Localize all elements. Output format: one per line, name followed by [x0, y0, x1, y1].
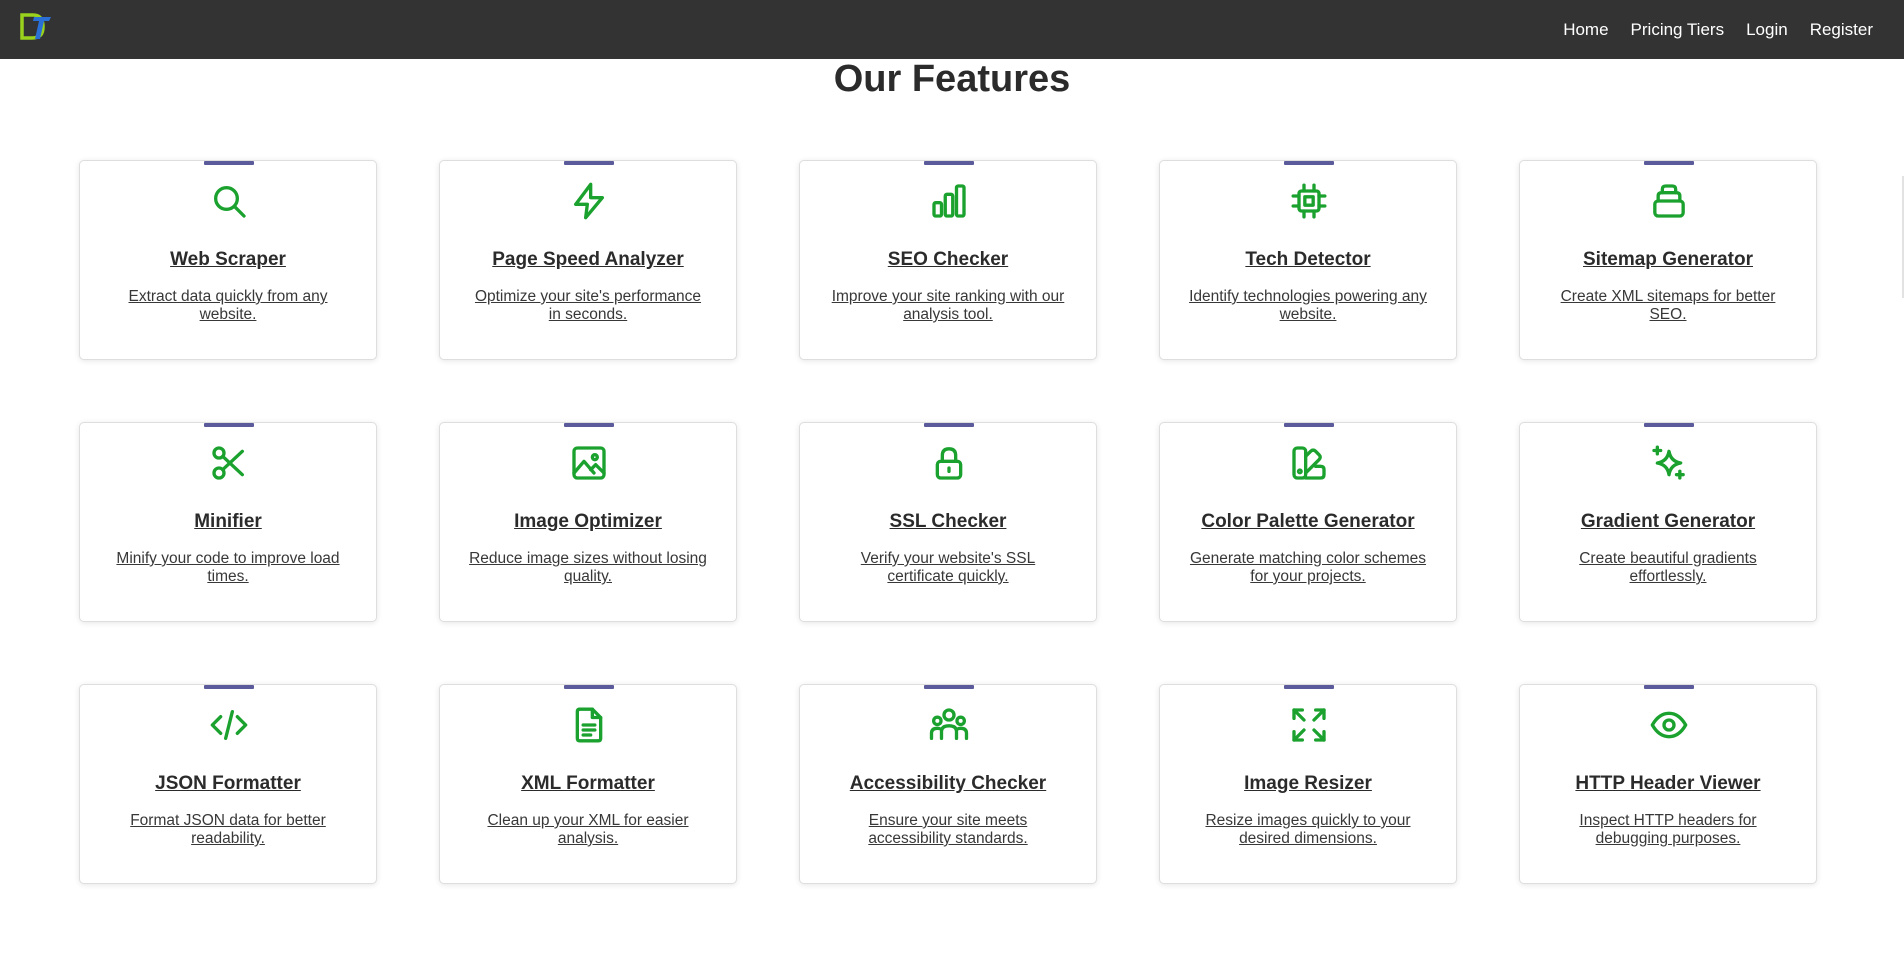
navbar: Home Pricing Tiers Login Register	[0, 0, 1904, 59]
feature-title: SSL Checker	[889, 511, 1007, 532]
feature-description: Generate matching color schemes for your…	[1189, 550, 1427, 585]
feature-title: Image Resizer	[1244, 773, 1372, 794]
card-accent-bar	[564, 685, 614, 689]
eye-icon	[1649, 705, 1689, 745]
feature-title: XML Formatter	[521, 773, 655, 794]
feature-description: Extract data quickly from any website.	[128, 288, 328, 323]
feature-description: Verify your website's SSL certificate qu…	[860, 550, 1036, 585]
card-accent-bar	[1284, 685, 1334, 689]
feature-title: Minifier	[194, 511, 262, 532]
card-accent-bar	[1644, 423, 1694, 427]
feature-description: Ensure your site meets accessibility sta…	[868, 812, 1028, 847]
feature-title: Gradient Generator	[1580, 511, 1756, 532]
card-accent-bar	[924, 685, 974, 689]
cpu-chip-icon	[1289, 181, 1329, 221]
feature-card-minifier[interactable]: Minifier Minify your code to improve loa…	[79, 422, 377, 622]
feature-description: Resize images quickly to your desired di…	[1205, 812, 1411, 847]
bar-chart-icon	[929, 181, 969, 221]
feature-title: Web Scraper	[170, 249, 286, 270]
swatch-icon	[1289, 443, 1329, 483]
feature-description: Reduce image sizes without losing qualit…	[469, 550, 707, 585]
image-icon	[569, 443, 609, 483]
nav-home-link[interactable]: Home	[1563, 20, 1608, 40]
card-accent-bar	[204, 161, 254, 165]
card-accent-bar	[204, 423, 254, 427]
feature-card-page-speed-analyzer[interactable]: Page Speed Analyzer Optimize your site's…	[439, 160, 737, 360]
feature-title: Sitemap Generator	[1583, 249, 1753, 270]
feature-card-accessibility-checker[interactable]: Accessibility Checker Ensure your site m…	[799, 684, 1097, 884]
nav-register-link[interactable]: Register	[1810, 20, 1873, 40]
code-icon	[209, 705, 249, 745]
feature-title: Tech Detector	[1245, 249, 1371, 270]
feature-description: Minify your code to improve load times.	[116, 550, 340, 585]
nav-links: Home Pricing Tiers Login Register	[1563, 0, 1904, 59]
card-accent-bar	[204, 685, 254, 689]
lightning-icon	[569, 181, 609, 221]
feature-title: HTTP Header Viewer	[1575, 773, 1761, 794]
page-title: Our Features	[833, 58, 1071, 100]
feature-card-http-header-viewer[interactable]: HTTP Header Viewer Inspect HTTP headers …	[1519, 684, 1817, 884]
dt-logo-icon[interactable]	[19, 11, 53, 45]
feature-description: Identify technologies powering any websi…	[1189, 288, 1427, 323]
feature-card-image-optimizer[interactable]: Image Optimizer Reduce image sizes witho…	[439, 422, 737, 622]
feature-card-image-resizer[interactable]: Image Resizer Resize images quickly to y…	[1159, 684, 1457, 884]
expand-arrows-icon	[1289, 705, 1329, 745]
feature-description: Inspect HTTP headers for debugging purpo…	[1579, 812, 1757, 847]
feature-description: Create XML sitemaps for better SEO.	[1560, 288, 1776, 323]
search-icon	[209, 181, 249, 221]
nav-login-link[interactable]: Login	[1746, 20, 1788, 40]
feature-title: JSON Formatter	[155, 773, 301, 794]
feature-card-xml-formatter[interactable]: XML Formatter Clean up your XML for easi…	[439, 684, 737, 884]
sparkles-icon	[1649, 443, 1689, 483]
users-group-icon	[929, 705, 969, 745]
card-accent-bar	[924, 161, 974, 165]
stack-icon	[1649, 181, 1689, 221]
feature-card-sitemap-generator[interactable]: Sitemap Generator Create XML sitemaps fo…	[1519, 160, 1817, 360]
feature-card-ssl-checker[interactable]: SSL Checker Verify your website's SSL ce…	[799, 422, 1097, 622]
feature-title: Accessibility Checker	[849, 773, 1047, 794]
card-accent-bar	[1644, 161, 1694, 165]
card-accent-bar	[564, 161, 614, 165]
feature-description: Clean up your XML for easier analysis.	[487, 812, 689, 847]
card-accent-bar	[924, 423, 974, 427]
feature-card-color-palette-generator[interactable]: Color Palette Generator Generate matchin…	[1159, 422, 1457, 622]
card-accent-bar	[1284, 423, 1334, 427]
feature-description: Format JSON data for better readability.	[130, 812, 326, 847]
feature-card-json-formatter[interactable]: JSON Formatter Format JSON data for bett…	[79, 684, 377, 884]
feature-card-web-scraper[interactable]: Web Scraper Extract data quickly from an…	[79, 160, 377, 360]
feature-description: Optimize your site's performance in seco…	[474, 288, 702, 323]
card-accent-bar	[1284, 161, 1334, 165]
nav-pricing-link[interactable]: Pricing Tiers	[1631, 20, 1725, 40]
feature-title: Color Palette Generator	[1201, 511, 1415, 532]
lock-icon	[929, 443, 969, 483]
feature-description: Create beautiful gradients effortlessly.	[1579, 550, 1757, 585]
scissors-icon	[209, 443, 249, 483]
feature-card-tech-detector[interactable]: Tech Detector Identify technologies powe…	[1159, 160, 1457, 360]
feature-title: SEO Checker	[887, 249, 1009, 270]
card-accent-bar	[564, 423, 614, 427]
feature-title: Image Optimizer	[514, 511, 662, 532]
feature-description: Improve your site ranking with our analy…	[831, 288, 1065, 323]
feature-card-seo-checker[interactable]: SEO Checker Improve your site ranking wi…	[799, 160, 1097, 360]
feature-card-gradient-generator[interactable]: Gradient Generator Create beautiful grad…	[1519, 422, 1817, 622]
feature-title: Page Speed Analyzer	[492, 249, 684, 270]
card-accent-bar	[1644, 685, 1694, 689]
document-icon	[569, 705, 609, 745]
